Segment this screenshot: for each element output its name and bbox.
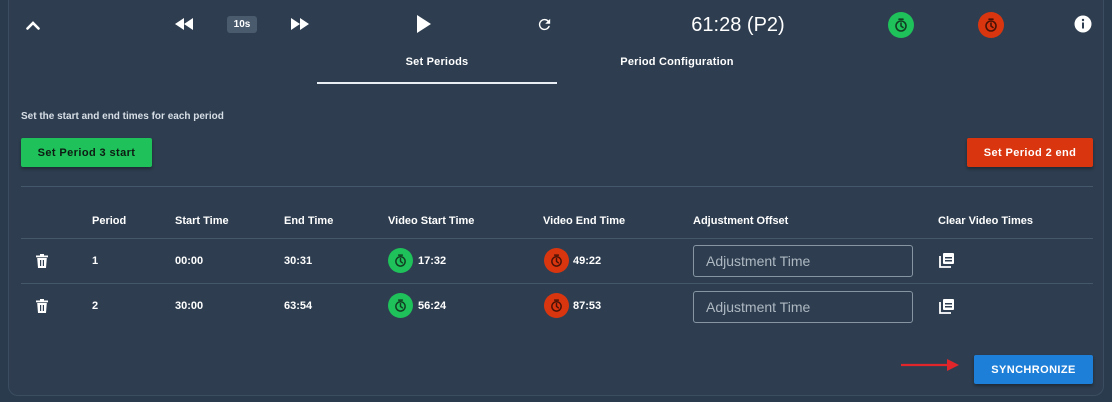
video-start-time: 17:32 — [418, 255, 447, 267]
synchronize-button[interactable]: SYNCHRONIZE — [974, 355, 1093, 384]
trash-icon[interactable] — [35, 253, 49, 269]
set-period-end-button[interactable]: Set Period 2 end — [967, 138, 1093, 167]
period-number: 1 — [92, 255, 99, 267]
video-end-time: 49:22 — [573, 255, 602, 267]
instructions-text: Set the start and end times for each per… — [21, 111, 224, 122]
refresh-icon[interactable] — [533, 13, 555, 35]
clear-video-times-icon[interactable] — [938, 251, 956, 269]
annotation-arrow — [901, 357, 961, 373]
period-start-time: 00:00 — [175, 255, 204, 267]
timer-stop-icon[interactable] — [544, 248, 569, 273]
row-divider — [21, 283, 1093, 284]
video-end-time: 87:53 — [573, 300, 602, 312]
timer-start-icon[interactable] — [888, 12, 914, 38]
row-divider — [21, 238, 1093, 239]
tab-period-configuration[interactable]: Period Configuration — [557, 56, 797, 84]
column-header-period: Period — [92, 215, 127, 227]
adjustment-time-input[interactable] — [693, 291, 913, 323]
period-start-time: 30:00 — [175, 300, 204, 312]
period-end-time: 63:54 — [284, 300, 313, 312]
column-header-video-start-time: Video Start Time — [388, 215, 475, 227]
timer-stop-icon[interactable] — [978, 12, 1004, 38]
chevron-up-icon[interactable] — [23, 16, 43, 34]
clear-video-times-icon[interactable] — [938, 297, 956, 315]
trash-icon[interactable] — [35, 298, 49, 314]
play-icon[interactable] — [413, 13, 433, 35]
rewind-icon[interactable] — [173, 15, 195, 33]
column-header-adjustment-offset: Adjustment Offset — [693, 215, 789, 227]
adjustment-time-input[interactable] — [693, 245, 913, 277]
skip-interval-badge[interactable]: 10s — [227, 16, 257, 33]
timer-stop-icon[interactable] — [544, 293, 569, 318]
period-end-time: 30:31 — [284, 255, 313, 267]
tab-set-periods[interactable]: Set Periods — [317, 56, 557, 84]
column-header-start-time: Start Time — [175, 215, 229, 227]
column-header-end-time: End Time — [284, 215, 334, 227]
fast-forward-icon[interactable] — [289, 15, 311, 33]
timer-start-icon[interactable] — [388, 248, 413, 273]
divider — [21, 186, 1093, 187]
set-period-start-button[interactable]: Set Period 3 start — [21, 138, 152, 167]
column-header-video-end-time: Video End Time — [543, 215, 626, 227]
column-header-clear-video-times: Clear Video Times — [938, 215, 1033, 227]
video-sync-panel: 10s 61:28 (P2) Set Periods Period Config… — [8, 0, 1104, 396]
timer-start-icon[interactable] — [388, 293, 413, 318]
info-icon[interactable] — [1073, 14, 1093, 34]
video-start-time: 56:24 — [418, 300, 447, 312]
period-number: 2 — [92, 300, 99, 312]
game-clock: 61:28 (P2) — [691, 13, 785, 36]
